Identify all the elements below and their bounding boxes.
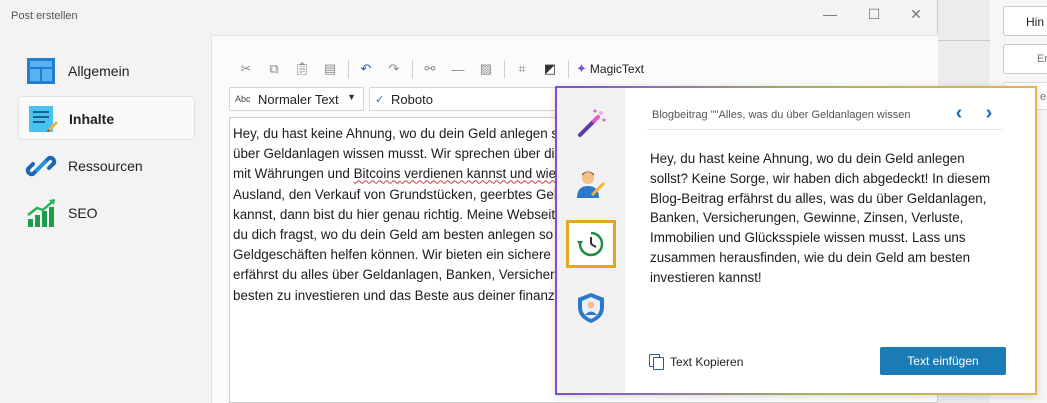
document-edit-icon [29, 106, 58, 132]
image-icon[interactable]: ▨ [474, 57, 498, 81]
minimize-button[interactable]: — [820, 6, 840, 22]
copy-icon[interactable]: ⧉ [262, 57, 286, 81]
popup-sidebar [557, 88, 625, 393]
undo-icon[interactable]: ↶ [354, 57, 378, 81]
maximize-button[interactable]: ☐ [864, 6, 884, 23]
copy-text-label: Text Kopieren [670, 354, 744, 369]
toolbar-separator [504, 60, 505, 78]
growth-chart-icon [27, 199, 55, 227]
chevron-right-icon[interactable]: › [979, 102, 999, 125]
sparkle-icon: ✦ [576, 61, 587, 76]
sidebar-item-label: Allgemein [68, 63, 130, 79]
close-button[interactable]: ✕ [906, 6, 926, 23]
font-value: Roboto [391, 92, 433, 107]
toolbar-separator [348, 60, 349, 78]
chevron-down-icon: ▼ [347, 92, 356, 102]
background-button-1[interactable]: Hin [1003, 6, 1047, 36]
history-icon[interactable] [566, 220, 616, 268]
copy-text-button[interactable]: Text Kopieren [649, 354, 744, 370]
dialog-title: Post erstellen [11, 10, 78, 22]
shield-user-icon[interactable] [566, 284, 616, 332]
paste-icon[interactable]: 📋︎ [290, 57, 314, 81]
link-icon [25, 155, 57, 177]
contrast-icon[interactable]: ◩ [538, 57, 562, 81]
format-value: Normaler Text [258, 92, 339, 107]
header-divider [647, 129, 1003, 130]
paste-text-icon[interactable]: ▤ [318, 57, 342, 81]
font-family-select[interactable]: ✓ Roboto [369, 87, 561, 111]
format-prefix: Abc [235, 94, 251, 104]
toolbar-separator [412, 60, 413, 78]
chevron-left-icon[interactable]: ‹ [949, 102, 969, 125]
source-code-icon[interactable]: ⌗ [510, 57, 534, 81]
misspelled-word: Bitcoins [353, 166, 401, 182]
popup-header-title: Blogbeitrag ""Alles, was du über Geldanl… [652, 109, 911, 121]
insert-link-icon[interactable]: ⚯ [418, 57, 442, 81]
magictext-popup: Blogbeitrag ""Alles, was du über Geldanl… [555, 86, 1037, 395]
sidebar-item-ressourcen[interactable]: Ressourcen [18, 144, 195, 188]
redo-icon[interactable]: ↷ [382, 57, 406, 81]
background-button-2[interactable]: Er [1003, 44, 1047, 74]
cut-icon[interactable]: ✂ [234, 57, 258, 81]
sidebar-item-inhalte[interactable]: Inhalte [18, 96, 195, 140]
magictext-button[interactable]: ✦ MagicText [576, 61, 644, 77]
toolbar-separator [568, 60, 569, 78]
insert-text-button[interactable]: Text einfügen [880, 347, 1006, 375]
sidebar-item-allgemein[interactable]: Allgemein [18, 49, 195, 93]
check-icon: ✓ [375, 94, 385, 106]
editor-toolbar: ✂ ⧉ 📋︎ ▤ ↶ ↷ ⚯ — ▨ ⌗ ◩ ✦ MagicText [234, 57, 644, 81]
writer-icon[interactable] [566, 160, 616, 208]
copy-icon [649, 354, 664, 370]
sidebar-item-label: Inhalte [69, 111, 115, 127]
magictext-label: MagicText [589, 62, 644, 76]
generated-text: Hey, du hast keine Ahnung, wo du dein Ge… [650, 151, 991, 285]
paragraph-format-select[interactable]: Abc Normaler Text ▼ [229, 87, 364, 111]
magic-wand-icon[interactable] [566, 100, 616, 148]
sidebar-item-label: SEO [68, 205, 98, 221]
sidebar-item-seo[interactable]: SEO [18, 191, 195, 235]
layout-icon [27, 58, 55, 84]
horizontal-rule-icon[interactable]: — [446, 57, 470, 81]
sidebar-item-label: Ressourcen [68, 158, 143, 174]
